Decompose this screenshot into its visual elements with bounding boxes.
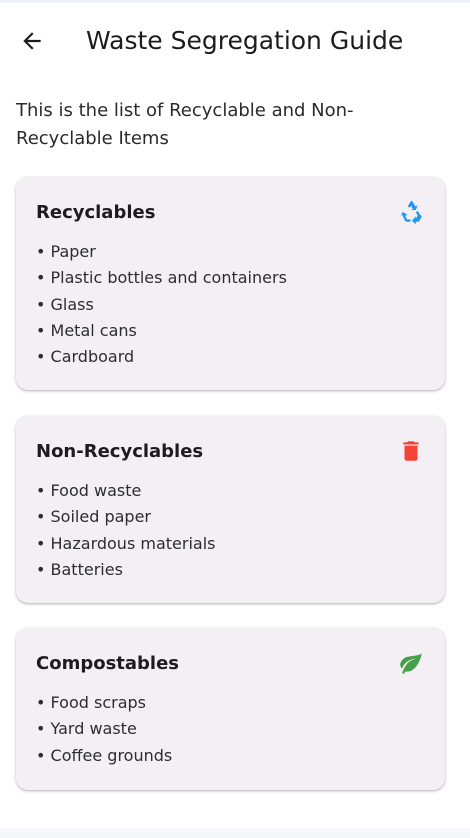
trash-icon [397, 437, 425, 465]
card-title: Compostables [36, 652, 180, 674]
compostables-card: Compostables • Food scraps • Yard waste … [16, 628, 445, 790]
recyclables-list: • Paper • Plastic bottles and containers… [36, 239, 425, 370]
non-recyclables-list: • Food waste • Soiled paper • Hazardous … [36, 478, 425, 583]
list-item: • Yard waste [36, 719, 137, 739]
list-item: • Paper [36, 242, 96, 261]
list-item: • Soiled paper [36, 507, 151, 527]
app-bar: Waste Segregation Guide [0, 3, 470, 77]
list-item: • Coffee grounds [36, 745, 173, 765]
list-item: • Metal cans [36, 320, 137, 340]
intro-text: This is the list of Recyclable and Non-R… [16, 100, 354, 149]
list-item: • Food waste [36, 481, 142, 500]
app-screen: Waste Segregation Guide This is the list… [0, 0, 470, 838]
back-button[interactable] [14, 23, 50, 59]
list-item: • Batteries [36, 559, 123, 579]
compostables-list: • Food scraps • Yard waste • Coffee grou… [36, 690, 425, 769]
list-item: • Hazardous materials [36, 533, 216, 553]
recyclables-card: Recyclables • Paper • Plastic bottles an… [16, 177, 445, 390]
leaf-icon [397, 649, 425, 677]
card-title: Recyclables [36, 201, 156, 223]
recycle-icon [397, 198, 425, 226]
bottom-edge [0, 828, 470, 838]
list-item: • Plastic bottles and containers [36, 268, 287, 288]
list-item: • Food scraps [36, 693, 146, 712]
page-title: Waste Segregation Guide [86, 26, 404, 55]
arrow-back-icon [23, 32, 41, 50]
card-title: Non-Recyclables [36, 440, 204, 462]
non-recyclables-card: Non-Recyclables • Food waste • Soiled pa… [16, 416, 445, 603]
list-item: • Glass [36, 294, 94, 314]
list-item: • Cardboard [36, 347, 135, 367]
